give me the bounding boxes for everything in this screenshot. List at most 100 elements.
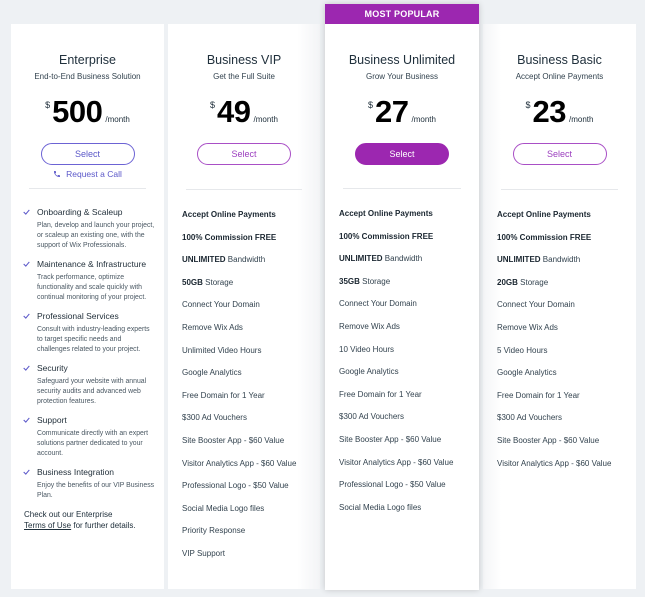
feature-highlight: Accept Online Payments [339, 209, 433, 218]
plan-subtitle: Get the Full Suite [213, 72, 275, 81]
feature-list: Accept Online Payments 100% Commission FR… [483, 190, 636, 481]
feature-item: Priority Response [182, 526, 320, 549]
feature-text: Priority Response [182, 526, 246, 536]
feature-item: Site Booster App - $60 Value [497, 436, 636, 459]
feature-text: Visitor Analytics App - $60 Value [497, 458, 612, 468]
feature-text: Google Analytics [182, 368, 242, 378]
feature-highlight: Accept Online Payments [497, 210, 591, 219]
enterprise-feature-title: Business Integration [37, 467, 115, 477]
feature-item: VIP Support [182, 549, 320, 572]
feature-list: Accept Online Payments 100% Commission FR… [168, 190, 320, 572]
feature-text: Storage [202, 277, 234, 287]
feature-text: Site Booster App - $60 Value [339, 434, 442, 444]
feature-item: Visitor Analytics App - $60 Value [339, 458, 479, 481]
plan-header: Enterprise End-to-End Business Solution … [11, 24, 164, 179]
enterprise-feature-heading: Onboarding & Scaleup [23, 207, 156, 217]
feature-text: Social Media Logo files [182, 503, 265, 513]
select-button-business-unlimited[interactable]: Select [355, 143, 449, 165]
feature-highlight: UNLIMITED [182, 255, 226, 265]
price-amount: 27 [375, 94, 409, 129]
enterprise-feature-description: Communicate directly with an expert solu… [37, 430, 149, 457]
checkmark-icon [23, 209, 30, 215]
feature-highlight: 20GB [497, 277, 518, 287]
feature-item: Accept Online Payments [182, 210, 320, 233]
enterprise-feature-description: Safeguard your website with annual secur… [37, 378, 147, 405]
enterprise-feature-description: Track performance, optimize functionalit… [37, 274, 147, 301]
feature-text: Unlimited Video Hours [182, 345, 262, 355]
feature-item: UNLIMITED Bandwidth [497, 255, 636, 278]
feature-text: Free Domain for 1 Year [182, 390, 265, 400]
plan-header: Business Basic Accept Online Payments $ … [483, 24, 636, 165]
feature-item: Social Media Logo files [182, 504, 320, 527]
feature-highlight: 35GB [339, 276, 360, 286]
plan-subtitle: Grow Your Business [365, 72, 439, 81]
feature-text: Remove Wix Ads [182, 322, 243, 332]
feature-highlight: 100% Commission FREE [182, 232, 277, 242]
terms-of-use-link[interactable]: Terms of Use [24, 521, 71, 530]
feature-item: Social Media Logo files [339, 503, 479, 526]
feature-item: Accept Online Payments [497, 210, 636, 233]
plan-card-business-basic: Business Basic Accept Online Payments $ … [483, 24, 636, 589]
plan-card-business-vip: Business VIP Get the Full Suite $ 49 /mo… [168, 24, 320, 589]
enterprise-feature-item: Business Integration Enjoy the benefits o… [23, 467, 156, 501]
plan-title: Business Unlimited [348, 53, 456, 67]
feature-item: Connect Your Domain [497, 300, 636, 323]
enterprise-feature-description: Enjoy the benefits of our VIP Business P… [37, 482, 155, 499]
enterprise-feature-item: Professional Services Consult with indust… [23, 311, 156, 355]
feature-item: Site Booster App - $60 Value [182, 436, 320, 459]
request-call-link[interactable]: Request a Call [11, 169, 164, 179]
feature-item: 100% Commission FREE [182, 233, 320, 256]
enterprise-feature-item: Support Communicate directly with an expe… [23, 415, 156, 459]
feature-item: UNLIMITED Bandwidth [182, 255, 320, 278]
feature-text: Bandwidth [540, 255, 581, 265]
feature-text: $300 Ad Vouchers [182, 413, 247, 423]
feature-item: Free Domain for 1 Year [339, 390, 479, 413]
feature-item: 20GB Storage [497, 278, 636, 301]
feature-item: Remove Wix Ads [182, 323, 320, 346]
feature-item: Google Analytics [339, 367, 479, 390]
feature-item: Unlimited Video Hours [182, 346, 320, 369]
feature-item: Free Domain for 1 Year [182, 391, 320, 414]
feature-item: 100% Commission FREE [497, 233, 636, 256]
feature-text: Connect Your Domain [339, 299, 417, 309]
feature-item: Google Analytics [182, 368, 320, 391]
price-amount: 49 [217, 94, 251, 129]
plan-card-business-unlimited: MOST POPULAR Business Unlimited Grow You… [325, 4, 479, 590]
enterprise-feature-description: Plan, develop and launch your project, o… [37, 222, 155, 249]
price-period: /month [411, 115, 436, 124]
select-button-business-vip[interactable]: Select [197, 143, 291, 165]
feature-item: $300 Ad Vouchers [339, 412, 479, 435]
select-button-business-basic[interactable]: Select [512, 143, 607, 165]
plan-price: $ 49 /month [168, 96, 320, 132]
feature-item: Professional Logo - $50 Value [339, 480, 479, 503]
enterprise-feature-heading: Maintenance & Infrastructure [23, 259, 156, 269]
select-button-enterprise[interactable]: Select [40, 143, 135, 165]
price-period: /month [253, 115, 278, 124]
enterprise-feature-heading: Security [23, 363, 156, 373]
feature-text: Site Booster App - $60 Value [497, 435, 600, 445]
feature-item: Free Domain for 1 Year [497, 391, 636, 414]
plan-card-enterprise: Enterprise End-to-End Business Solution … [11, 24, 164, 589]
feature-item: 50GB Storage [182, 278, 320, 301]
feature-item: UNLIMITED Bandwidth [339, 254, 479, 277]
plan-price: $ 27 /month [325, 96, 479, 132]
price-period: /month [105, 115, 130, 124]
plan-title: Business Basic [517, 53, 602, 67]
plan-header: Business Unlimited Grow Your Business $ … [325, 24, 479, 165]
feature-text: 5 Video Hours [497, 345, 548, 355]
feature-text: $300 Ad Vouchers [339, 412, 404, 422]
feature-text: Free Domain for 1 Year [497, 390, 580, 400]
feature-text: Professional Logo - $50 Value [182, 481, 289, 491]
enterprise-feature-heading: Support [23, 415, 156, 425]
price-amount: 500 [52, 94, 103, 129]
feature-highlight: 100% Commission FREE [339, 231, 434, 241]
enterprise-feature-item: Security Safeguard your website with annu… [23, 363, 156, 407]
enterprise-feature-title: Security [37, 363, 68, 373]
feature-item: Site Booster App - $60 Value [339, 435, 479, 458]
feature-item: Connect Your Domain [182, 300, 320, 323]
price-amount: 23 [532, 94, 567, 129]
plan-title: Enterprise [59, 53, 116, 67]
feature-highlight: 100% Commission FREE [497, 232, 592, 242]
enterprise-feature-heading: Business Integration [23, 467, 156, 477]
enterprise-feature-list: Onboarding & Scaleup Plan, develop and la… [11, 189, 164, 501]
